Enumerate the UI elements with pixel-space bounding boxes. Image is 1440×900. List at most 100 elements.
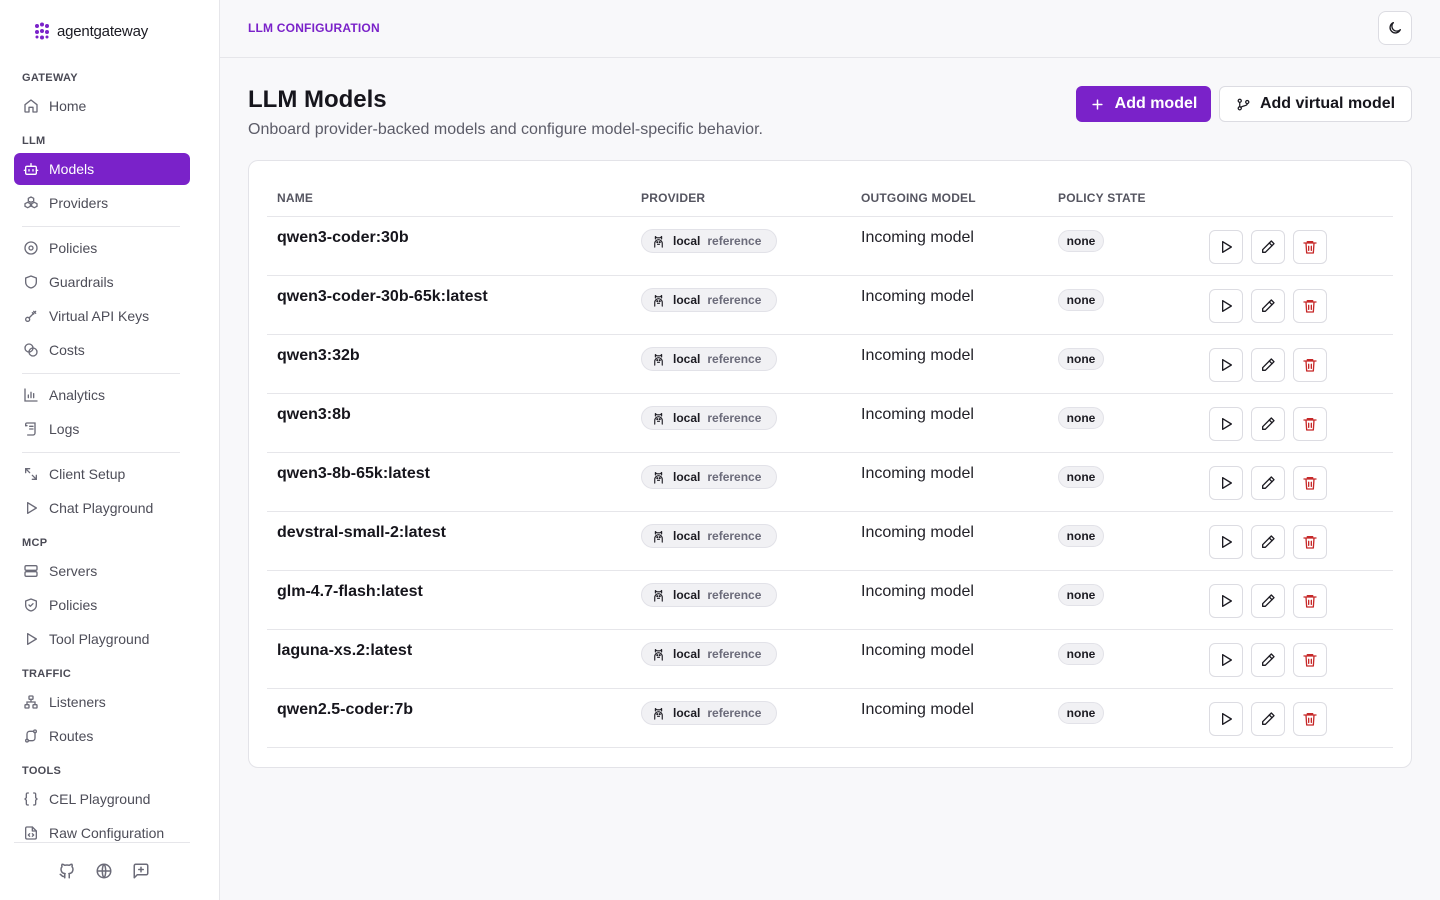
delete-model-button[interactable]	[1293, 289, 1327, 323]
sidebar-item-mcp-policies[interactable]: Policies	[14, 589, 190, 621]
play-icon	[26, 633, 37, 645]
pencil-icon	[1262, 476, 1275, 489]
outgoing-model: Incoming model	[861, 524, 974, 541]
sidebar-item-label: Home	[49, 98, 87, 114]
sidebar-item-cel-playground[interactable]: CEL Playground	[14, 783, 190, 815]
policy-state-badge: none	[1058, 407, 1104, 429]
test-model-button[interactable]	[1209, 230, 1243, 264]
sidebar-item-home[interactable]: Home	[14, 90, 190, 122]
policy-state-badge: none	[1058, 289, 1104, 311]
play-icon	[1222, 418, 1232, 430]
test-model-button[interactable]	[1209, 525, 1243, 559]
policy-state-badge: none	[1058, 525, 1104, 547]
table-row: qwen3-8b-65k:latest local reference Inco…	[267, 452, 1393, 511]
provider-badge: local reference	[641, 406, 777, 430]
delete-model-button[interactable]	[1293, 466, 1327, 500]
provider-name: local	[673, 234, 701, 248]
delete-model-button[interactable]	[1293, 643, 1327, 677]
add-model-button[interactable]: Add model	[1076, 86, 1211, 122]
sidebar-item-policies[interactable]: Policies	[14, 232, 190, 264]
delete-model-button[interactable]	[1293, 407, 1327, 441]
sidebar-item-logs[interactable]: Logs	[14, 413, 190, 445]
outgoing-model: Incoming model	[861, 406, 974, 423]
table-row: qwen3:32b local reference Incoming model…	[267, 334, 1393, 393]
feedback-icon[interactable]	[132, 862, 150, 880]
brand[interactable]: agentgateway	[33, 21, 148, 41]
table-row: qwen3-coder-30b-65k:latest local referen…	[267, 275, 1393, 334]
trash-icon	[1303, 418, 1317, 431]
sidebar-item-label: Analytics	[49, 387, 106, 403]
sidebar-item-tool-playground[interactable]: Tool Playground	[14, 623, 190, 655]
bar-chart-icon	[24, 388, 38, 402]
play-icon	[1222, 654, 1232, 666]
ollama-icon	[654, 353, 663, 366]
sidebar-item-chat-playground[interactable]: Chat Playground	[14, 492, 190, 524]
model-name: qwen3:32b	[277, 347, 360, 364]
edit-model-button[interactable]	[1251, 643, 1285, 677]
page-title: LLM Models	[248, 86, 387, 113]
section-mcp: MCP	[22, 537, 48, 549]
test-model-button[interactable]	[1209, 407, 1243, 441]
model-name: qwen3-coder-30b-65k:latest	[277, 288, 488, 305]
sidebar-item-costs[interactable]: Costs	[14, 334, 190, 366]
sidebar-item-analytics[interactable]: Analytics	[14, 379, 190, 411]
add-virtual-model-button[interactable]: Add virtual model	[1219, 86, 1412, 122]
sidebar-item-virtual-api-keys[interactable]: Virtual API Keys	[14, 300, 190, 332]
sidebar-item-routes[interactable]: Routes	[14, 720, 190, 752]
edit-model-button[interactable]	[1251, 289, 1285, 323]
delete-model-button[interactable]	[1293, 702, 1327, 736]
provider-name: local	[673, 647, 701, 661]
nav-divider	[22, 226, 180, 227]
table-row: qwen2.5-coder:7b local reference Incomin…	[267, 688, 1393, 747]
play-icon	[26, 502, 37, 514]
edit-model-button[interactable]	[1251, 407, 1285, 441]
tools-icon	[25, 468, 37, 480]
ollama-icon	[654, 707, 663, 720]
edit-model-button[interactable]	[1251, 348, 1285, 382]
test-model-button[interactable]	[1209, 643, 1243, 677]
delete-model-button[interactable]	[1293, 525, 1327, 559]
bot-icon	[23, 163, 39, 175]
delete-model-button[interactable]	[1293, 348, 1327, 382]
sidebar-item-listeners[interactable]: Listeners	[14, 686, 190, 718]
sidebar-item-client-setup[interactable]: Client Setup	[14, 458, 190, 490]
sidebar-item-models[interactable]: Models	[14, 153, 190, 185]
globe-icon[interactable]	[95, 862, 113, 880]
delete-model-button[interactable]	[1293, 230, 1327, 264]
provider-tag: reference	[707, 529, 762, 543]
test-model-button[interactable]	[1209, 348, 1243, 382]
delete-model-button[interactable]	[1293, 584, 1327, 618]
github-icon[interactable]	[58, 862, 76, 880]
edit-model-button[interactable]	[1251, 230, 1285, 264]
provider-tag: reference	[707, 411, 762, 425]
brand-name: agentgateway	[57, 22, 149, 40]
provider-name: local	[673, 706, 701, 720]
edit-model-button[interactable]	[1251, 584, 1285, 618]
pencil-icon	[1262, 653, 1275, 666]
theme-toggle-button[interactable]	[1378, 11, 1412, 45]
pencil-icon	[1262, 712, 1275, 725]
trash-icon	[1303, 359, 1317, 372]
edit-model-button[interactable]	[1251, 525, 1285, 559]
test-model-button[interactable]	[1209, 466, 1243, 500]
edit-model-button[interactable]	[1251, 702, 1285, 736]
sidebar-item-providers[interactable]: Providers	[14, 187, 190, 219]
edit-model-button[interactable]	[1251, 466, 1285, 500]
test-model-button[interactable]	[1209, 584, 1243, 618]
provider-tag: reference	[707, 470, 762, 484]
sidebar-item-servers[interactable]: Servers	[14, 555, 190, 587]
play-icon	[1222, 300, 1232, 312]
policy-state-badge: none	[1058, 466, 1104, 488]
ollama-icon	[654, 294, 663, 307]
play-icon	[1222, 241, 1232, 253]
test-model-button[interactable]	[1209, 289, 1243, 323]
provider-badge: local reference	[641, 701, 777, 725]
sidebar-item-guardrails[interactable]: Guardrails	[14, 266, 190, 298]
scroll-icon	[25, 422, 36, 436]
pencil-icon	[1262, 594, 1275, 607]
outgoing-model: Incoming model	[861, 229, 974, 246]
provider-badge: local reference	[641, 347, 777, 371]
outgoing-model: Incoming model	[861, 583, 974, 600]
outgoing-model: Incoming model	[861, 288, 974, 305]
test-model-button[interactable]	[1209, 702, 1243, 736]
